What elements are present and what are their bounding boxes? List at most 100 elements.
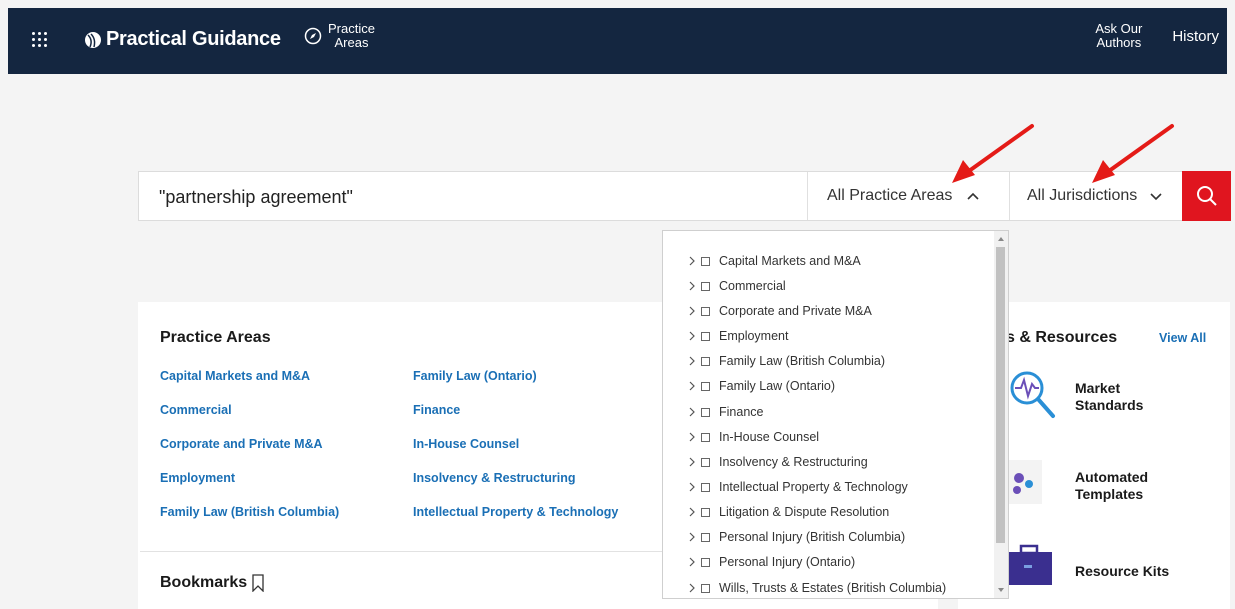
tool-label-line: Standards [1075,397,1144,413]
dropdown-option-label: Insolvency & Restructuring [719,455,868,469]
chevron-right-icon[interactable] [687,531,697,543]
dropdown-option-label: Personal Injury (British Columbia) [719,530,906,544]
checkbox[interactable] [701,281,710,291]
chevron-right-icon[interactable] [687,280,697,292]
checkbox[interactable] [701,407,710,417]
practice-areas-heading: Practice Areas [160,329,271,346]
chevron-up-icon [967,192,979,200]
checkbox[interactable] [701,583,710,593]
dropdown-option[interactable]: Intellectual Property & Technology [687,477,908,497]
practice-areas-nav[interactable]: Practice Areas [304,22,375,50]
checkbox[interactable] [701,432,710,442]
practice-area-dropdown: Capital Markets and M&A Commercial Corpo… [662,230,1009,599]
chevron-right-icon[interactable] [687,305,697,317]
scroll-down-icon[interactable] [997,586,1005,594]
top-navigation-bar: Practical Guidance Practice Areas Ask Ou… [8,8,1227,74]
search-icon [1196,186,1217,206]
dropdown-option[interactable]: Capital Markets and M&A [687,251,861,271]
bookmark-icon[interactable] [251,574,265,592]
view-all-link[interactable]: View All [1159,331,1206,345]
practice-area-link[interactable]: Family Law (Ontario) [413,369,537,383]
chevron-right-icon[interactable] [687,556,697,568]
dropdown-option[interactable]: Finance [687,402,763,422]
checkbox[interactable] [701,507,710,517]
compass-icon [304,27,322,45]
brand-name: Practical Guidance [106,28,281,50]
checkbox[interactable] [701,356,710,366]
scroll-up-icon[interactable] [997,235,1005,243]
tool-label-line: Automated [1075,469,1149,485]
dropdown-option[interactable]: Family Law (Ontario) [687,376,835,396]
dropdown-option[interactable]: In-House Counsel [687,427,819,447]
chevron-right-icon[interactable] [687,330,697,342]
practice-area-link[interactable]: Intellectual Property & Technology [413,505,618,519]
dropdown-option[interactable]: Corporate and Private M&A [687,301,872,321]
practice-area-select-value: All Practice Areas [827,187,953,204]
dropdown-option-label: Personal Injury (Ontario) [719,555,856,569]
history-link[interactable]: History [1172,28,1219,45]
practice-area-link[interactable]: Corporate and Private M&A [160,437,323,451]
annotation-arrow [1092,124,1174,183]
search-bar: All Practice Areas All Jurisdictions [138,171,1231,222]
practice-area-link[interactable]: Employment [160,471,235,485]
dropdown-option[interactable]: Employment [687,326,788,346]
resource-kits-link[interactable]: Resource Kits [1075,563,1169,580]
dropdown-option-label: Litigation & Dispute Resolution [719,505,890,519]
checkbox[interactable] [701,306,710,316]
practice-area-link[interactable]: Commercial [160,403,232,417]
dropdown-option[interactable]: Litigation & Dispute Resolution [687,502,889,522]
scrollbar-thumb[interactable] [996,247,1005,543]
practice-area-link[interactable]: Finance [413,403,460,417]
brand-logo[interactable]: Practical Guidance [84,28,281,51]
dropdown-option-label: Corporate and Private M&A [719,304,872,318]
dropdown-option[interactable]: Wills, Trusts & Estates (British Columbi… [687,578,946,598]
dropdown-option[interactable]: Family Law (British Columbia) [687,351,885,371]
dropdown-option[interactable]: Personal Injury (Ontario) [687,552,855,572]
ask-label-1: Ask Our [1095,21,1143,36]
tool-label-line: Market [1075,380,1121,396]
checkbox[interactable] [701,331,710,341]
bookmarks-label: Bookmarks [160,574,248,591]
dropdown-option-label: Employment [719,329,789,343]
chevron-right-icon[interactable] [687,481,697,493]
resource-kits-icon [1008,544,1052,585]
practice-area-link[interactable]: Insolvency & Restructuring [413,471,576,485]
market-standards-icon [1010,371,1055,418]
tool-label-line: Templates [1075,486,1144,502]
chevron-right-icon[interactable] [687,431,697,443]
search-input[interactable] [157,172,801,222]
practice-area-link[interactable]: In-House Counsel [413,437,519,451]
lexis-logo-icon [85,31,101,48]
market-standards-link[interactable]: Market Standards [1075,380,1143,414]
chevron-right-icon[interactable] [687,355,697,367]
apps-grid-icon[interactable] [30,30,50,50]
chevron-right-icon[interactable] [687,380,697,392]
bookmarks-heading: Bookmarks [160,574,265,592]
checkbox[interactable] [701,256,710,266]
practice-area-link[interactable]: Family Law (British Columbia) [160,505,339,519]
search-button[interactable] [1182,171,1231,221]
checkbox[interactable] [701,482,710,492]
practice-area-link[interactable]: Capital Markets and M&A [160,369,310,383]
automated-templates-link[interactable]: Automated Templates [1075,469,1148,503]
chevron-right-icon[interactable] [687,255,697,267]
chevron-right-icon[interactable] [687,406,697,418]
dropdown-option[interactable]: Insolvency & Restructuring [687,452,868,472]
tools-resources-heading: s & Resources [1006,329,1118,346]
dropdown-option[interactable]: Personal Injury (British Columbia) [687,527,905,547]
dropdown-option[interactable]: Commercial [687,276,786,296]
checkbox[interactable] [701,532,710,542]
checkbox[interactable] [701,381,710,391]
ask-our-authors-link[interactable]: Ask Our Authors [1095,22,1142,50]
automated-templates-icon [1008,460,1042,504]
checkbox[interactable] [701,557,710,567]
dropdown-option-label: Capital Markets and M&A [719,254,861,268]
chevron-right-icon[interactable] [687,456,697,468]
dropdown-option-label: Finance [719,405,764,419]
chevron-right-icon[interactable] [687,582,697,594]
annotation-arrow [952,124,1034,183]
chevron-right-icon[interactable] [687,506,697,518]
dropdown-option-label: Commercial [719,279,786,293]
checkbox[interactable] [701,457,710,467]
ask-label-2: Authors [1096,35,1142,50]
